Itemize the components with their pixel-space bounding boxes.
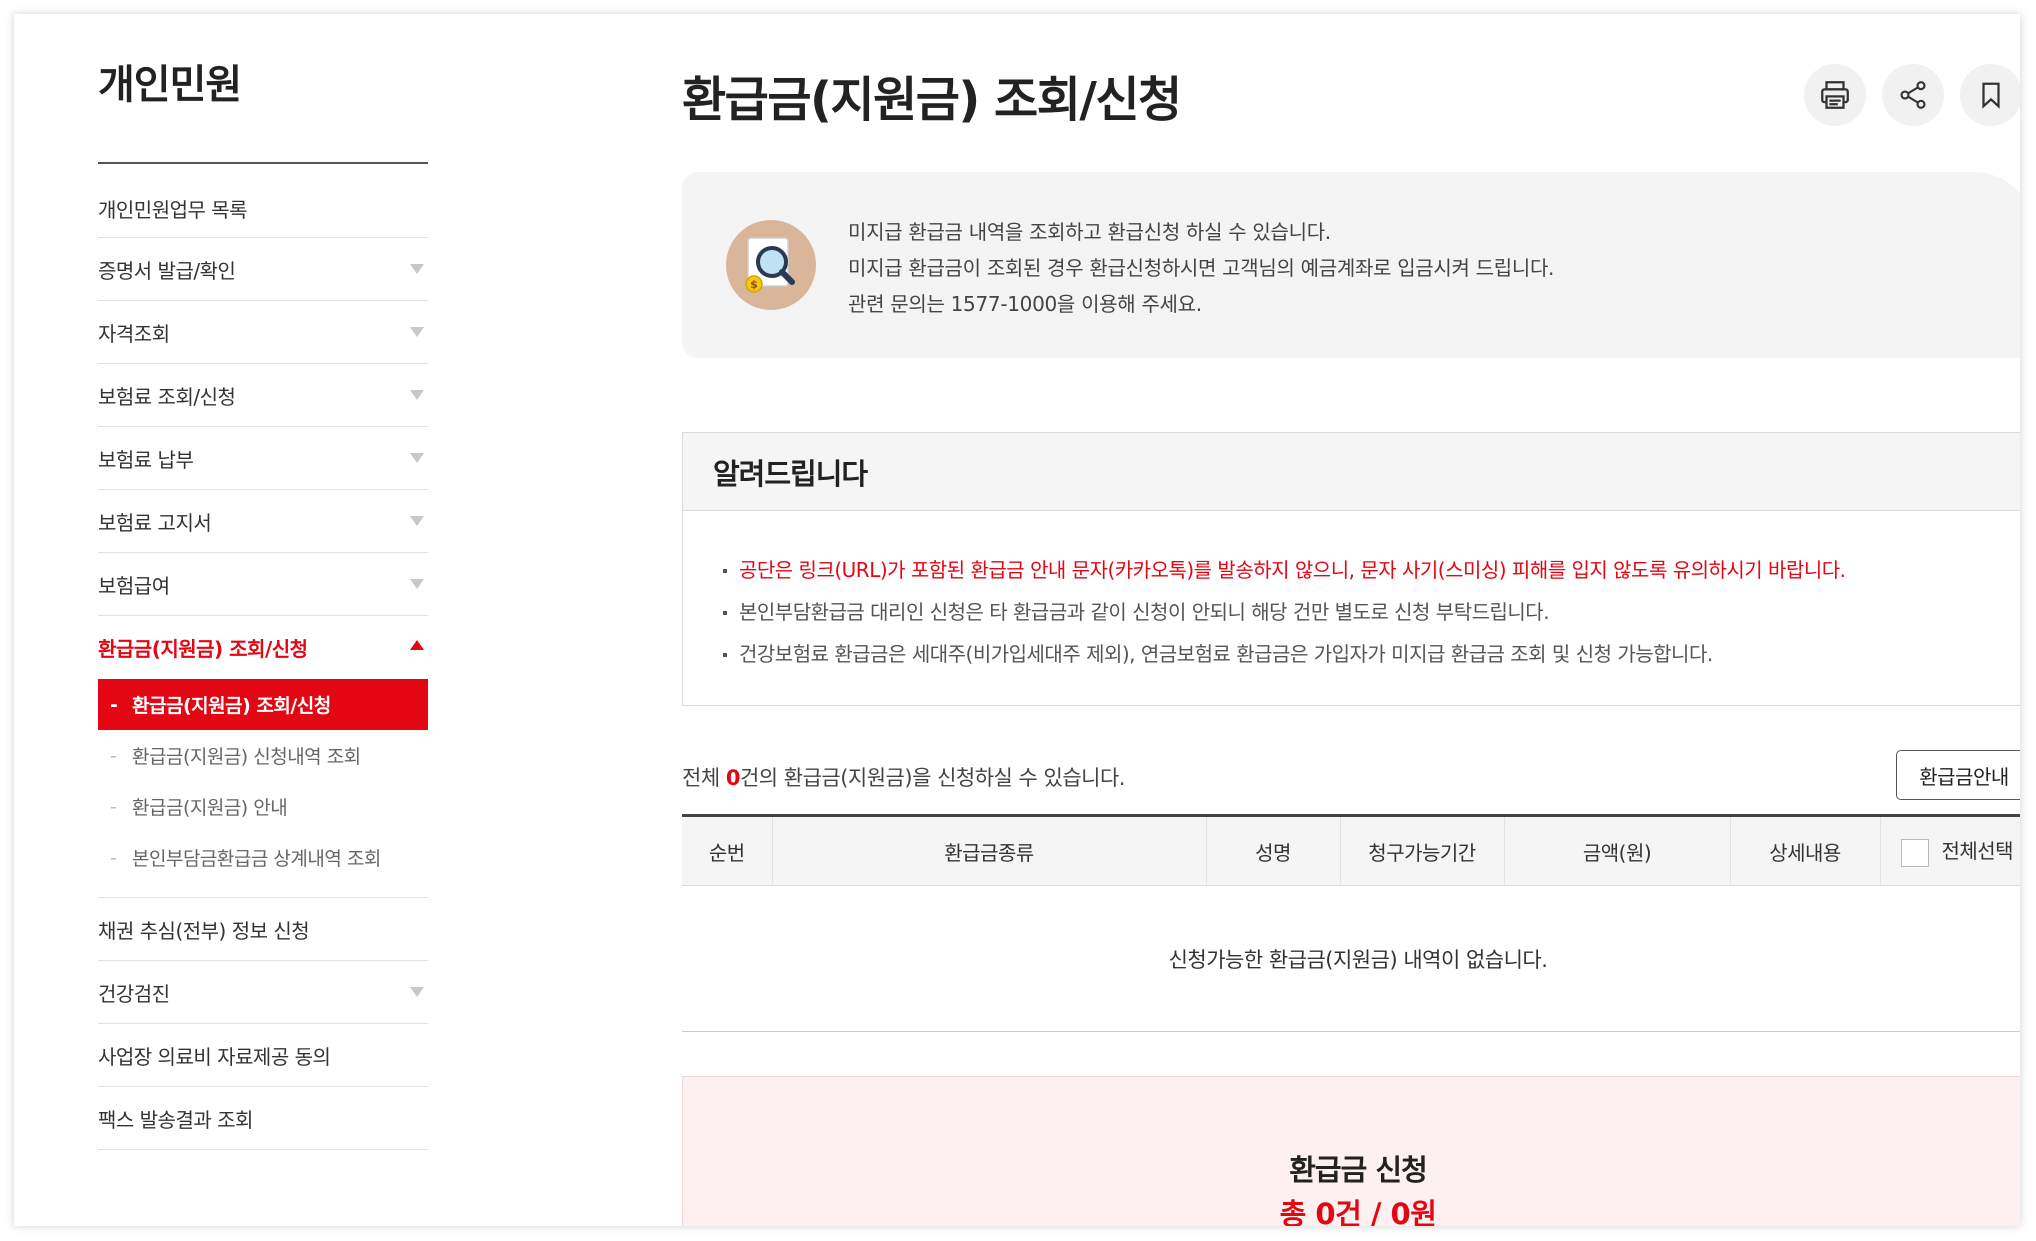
count-prefix: 전체 bbox=[682, 766, 726, 790]
sidebar-item-premium-inquiry[interactable]: 보험료 조회/신청 bbox=[98, 364, 428, 427]
dash-icon: - bbox=[110, 744, 117, 767]
sidebar-item-label: 개인민원업무 목록 bbox=[98, 197, 248, 222]
sidebar-item-label: 건강검진 bbox=[98, 981, 170, 1006]
dash-icon: - bbox=[110, 693, 118, 716]
sidebar-subitem-refund-guide[interactable]: - 환급금(지원금) 안내 bbox=[98, 781, 428, 832]
info-line: 미지급 환급금이 조회된 경우 환급신청하시면 고객님의 예금계좌로 입금시켜 … bbox=[848, 256, 1555, 280]
sidebar-subitem-label: 본인부담금환급금 상계내역 조회 bbox=[132, 848, 381, 870]
apply-total: 총 0건 / 0원 bbox=[1279, 1197, 1437, 1226]
caret-down-icon bbox=[410, 453, 424, 463]
sidebar-item-label: 환급금(지원금) 조회/신청 bbox=[98, 637, 308, 661]
sidebar-subitem-refund-inquiry[interactable]: - 환급금(지원금) 조회/신청 bbox=[98, 679, 428, 730]
notice-box: 알려드립니다 공단은 링크(URL)가 포함된 환급금 안내 문자(카카오톡)를… bbox=[682, 432, 2020, 706]
caret-down-icon bbox=[410, 579, 424, 589]
sidebar-item-benefits[interactable]: 보험급여 bbox=[98, 553, 428, 616]
sidebar-item-premium-payment[interactable]: 보험료 납부 bbox=[98, 427, 428, 490]
select-all-label: 전체선택 bbox=[1941, 839, 2014, 864]
sidebar-item-civil-list[interactable]: 개인민원업무 목록 bbox=[98, 179, 428, 238]
sidebar-title: 개인민원 bbox=[98, 62, 242, 108]
refund-table: 순번 환급금종류 성명 청구가능기간 금액(원) 상세내용 전체선택 신청가능한… bbox=[682, 814, 2020, 1032]
select-all-checkbox[interactable] bbox=[1901, 838, 1930, 867]
info-line: 관련 문의는 1577-1000을 이용해 주세요. bbox=[848, 292, 1202, 316]
sidebar-subitem-label: 환급금(지원금) 신청내역 조회 bbox=[132, 746, 361, 768]
sidebar-item-label: 채권 추심(전부) 정보 신청 bbox=[98, 918, 310, 943]
sidebar-item-label: 자격조회 bbox=[98, 321, 170, 346]
column-header-number: 순번 bbox=[682, 815, 773, 886]
page-title: 환급금(지원금) 조회/신청 bbox=[682, 72, 1182, 128]
empty-table-message: 신청가능한 환급금(지원금) 내역이 없습니다. bbox=[682, 885, 2020, 1032]
sidebar-subitem-offset-history[interactable]: - 본인부담금환급금 상계내역 조회 bbox=[98, 832, 428, 883]
notice-item: 건강보험료 환급금은 세대주(비가입세대주 제외), 연금보험료 환급금은 가입… bbox=[723, 633, 2020, 675]
sidebar-item-label: 보험급여 bbox=[98, 573, 170, 598]
sidebar-divider bbox=[98, 162, 428, 164]
bookmark-icon bbox=[1982, 82, 2000, 109]
caret-down-icon bbox=[410, 327, 424, 337]
info-text: 미지급 환급금 내역을 조회하고 환급신청 하실 수 있습니다. 미지급 환급금… bbox=[848, 214, 1554, 322]
share-icon bbox=[1900, 81, 1926, 109]
sidebar-item-refund[interactable]: 환급금(지원금) 조회/신청 bbox=[98, 616, 428, 679]
caret-down-icon bbox=[410, 390, 424, 400]
sidebar-subitem-refund-history[interactable]: - 환급금(지원금) 신청내역 조회 bbox=[98, 730, 428, 781]
table-row: 신청가능한 환급금(지원금) 내역이 없습니다. bbox=[682, 885, 2020, 1032]
caret-up-icon bbox=[410, 640, 424, 650]
sidebar-item-premium-notice[interactable]: 보험료 고지서 bbox=[98, 490, 428, 553]
sidebar-item-label: 보험료 납부 bbox=[98, 447, 194, 472]
dash-icon: - bbox=[110, 846, 117, 869]
notice-item: 본인부담환급금 대리인 신청은 타 환급금과 같이 신청이 안되니 해당 건만 … bbox=[723, 591, 2020, 633]
caret-down-icon bbox=[410, 516, 424, 526]
refund-apply-box: 환급금 신청 총 0건 / 0원 bbox=[682, 1076, 2020, 1226]
dash-icon: - bbox=[110, 795, 117, 818]
column-header-amount: 금액(원) bbox=[1504, 815, 1731, 886]
refund-search-icon: $ bbox=[726, 220, 816, 310]
share-button[interactable] bbox=[1882, 64, 1944, 126]
caret-down-icon bbox=[410, 264, 424, 274]
sidebar-item-label: 증명서 발급/확인 bbox=[98, 258, 236, 283]
column-header-period: 청구가능기간 bbox=[1340, 815, 1505, 886]
sidebar-item-medical-consent[interactable]: 사업장 의료비 자료제공 동의 bbox=[98, 1024, 428, 1087]
notice-heading: 알려드립니다 bbox=[683, 433, 2020, 511]
info-box: $ 미지급 환급금 내역을 조회하고 환급신청 하실 수 있습니다. 미지급 환… bbox=[682, 172, 2020, 358]
notice-list: 공단은 링크(URL)가 포함된 환급금 안내 문자(카카오톡)를 발송하지 않… bbox=[683, 511, 2020, 675]
notice-item: 공단은 링크(URL)가 포함된 환급금 안내 문자(카카오톡)를 발송하지 않… bbox=[723, 549, 2020, 591]
sidebar-item-label: 팩스 발송결과 조회 bbox=[98, 1107, 253, 1132]
print-button[interactable] bbox=[1804, 64, 1866, 126]
column-header-name: 성명 bbox=[1206, 815, 1341, 886]
sidebar-item-debt-collection[interactable]: 채권 추심(전부) 정보 신청 bbox=[98, 898, 428, 961]
sidebar-item-fax-result[interactable]: 팩스 발송결과 조회 bbox=[98, 1087, 428, 1150]
info-line: 미지급 환급금 내역을 조회하고 환급신청 하실 수 있습니다. bbox=[848, 220, 1331, 244]
sidebar-subitem-label: 환급금(지원금) 안내 bbox=[132, 797, 288, 819]
refund-count: 0 bbox=[725, 766, 741, 790]
sidebar-item-label: 사업장 의료비 자료제공 동의 bbox=[98, 1044, 331, 1069]
refund-guide-button[interactable]: 환급금안내 bbox=[1896, 750, 2020, 800]
apply-title: 환급금 신청 bbox=[1289, 1153, 1428, 1187]
count-suffix: 건의 환급금(지원금)을 신청하실 수 있습니다. bbox=[739, 766, 1126, 790]
sidebar-menu: 개인민원업무 목록 증명서 발급/확인 자격조회 보험료 조회/신청 보험료 납… bbox=[98, 179, 428, 1150]
sidebar-item-certificate[interactable]: 증명서 발급/확인 bbox=[98, 238, 428, 301]
sidebar-submenu: - 환급금(지원금) 조회/신청 - 환급금(지원금) 신청내역 조회 - 환급금(지… bbox=[98, 679, 428, 898]
sidebar-item-health-checkup[interactable]: 건강검진 bbox=[98, 961, 428, 1024]
refund-count-text: 전체 0건의 환급금(지원금)을 신청하실 수 있습니다. bbox=[682, 762, 1125, 792]
column-header-select-all[interactable]: 전체선택 bbox=[1880, 816, 2020, 886]
column-header-type: 환급금종류 bbox=[772, 815, 1207, 886]
table-header-row: 순번 환급금종류 성명 청구가능기간 금액(원) 상세내용 전체선택 bbox=[682, 815, 2020, 886]
column-header-detail: 상세내용 bbox=[1730, 815, 1881, 886]
sidebar-subitem-label: 환급금(지원금) 조회/신청 bbox=[132, 695, 331, 717]
sidebar-item-eligibility[interactable]: 자격조회 bbox=[98, 301, 428, 364]
svg-text:$: $ bbox=[750, 278, 758, 291]
caret-down-icon bbox=[410, 987, 424, 997]
sidebar-item-label: 보험료 조회/신청 bbox=[98, 384, 236, 409]
sidebar-item-label: 보험료 고지서 bbox=[98, 510, 212, 535]
page-frame: 개인민원 개인민원업무 목록 증명서 발급/확인 자격조회 보험료 조회/신청 … bbox=[14, 14, 2020, 1226]
print-icon bbox=[1821, 81, 1849, 109]
bookmark-button[interactable] bbox=[1960, 64, 2020, 126]
